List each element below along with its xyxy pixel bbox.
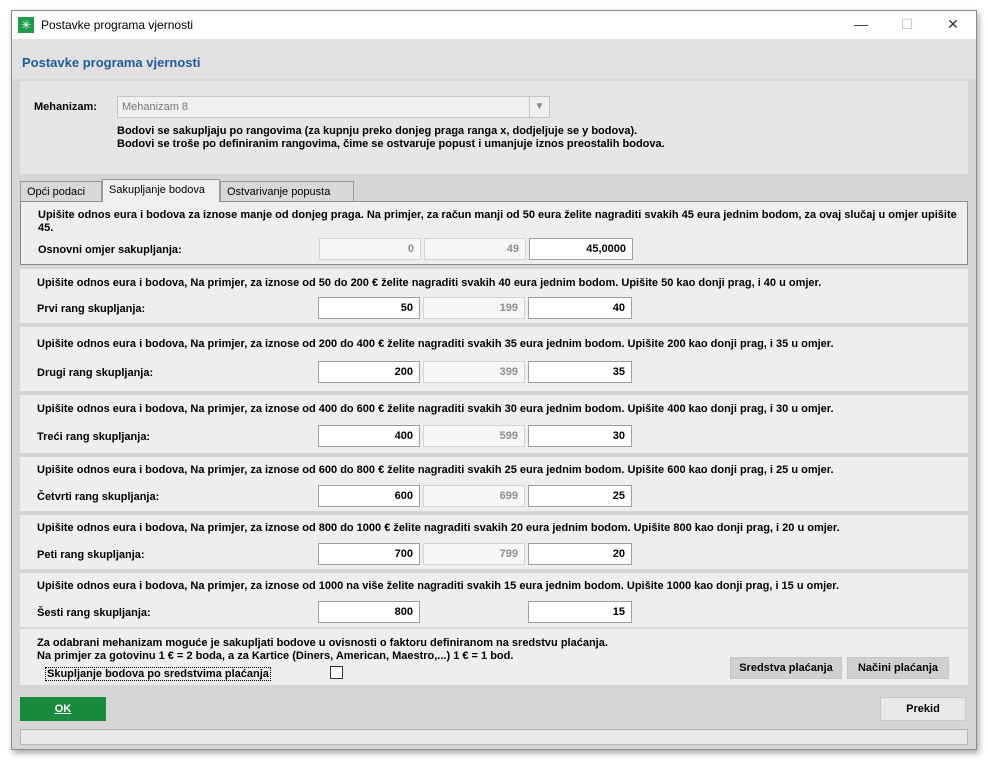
ok-button[interactable]: OK — [20, 697, 106, 721]
tab-content: Upišite odnos eura i bodova za iznose ma… — [20, 201, 968, 683]
range-desc: Upišite odnos eura i bodova, Na primjer,… — [37, 522, 840, 534]
range-label: Treći rang skupljanja: — [37, 431, 151, 443]
payment-desc-1: Za odabrani mehanizam moguće je sakuplja… — [37, 637, 608, 649]
app-icon: ✳ — [18, 17, 34, 33]
range-section-1: Upišite odnos eura i bodova, Na primjer,… — [20, 269, 968, 323]
range-desc: Upišite odnos eura i bodova, Na primjer,… — [37, 464, 834, 476]
range-from-field[interactable]: 800 — [318, 601, 420, 623]
minimize-icon[interactable]: — — [838, 11, 884, 39]
range-from-field[interactable]: 700 — [318, 543, 420, 565]
range-desc: Upišite odnos eura i bodova, Na primjer,… — [37, 580, 840, 592]
range-label: Drugi rang skupljanja: — [37, 367, 154, 379]
mechanism-desc-1: Bodovi se sakupljaju po rangovima (za ku… — [117, 125, 638, 137]
tab-collecting[interactable]: Sakupljanje bodova — [102, 179, 220, 202]
range-to-field: 199 — [423, 297, 525, 319]
window-title: Postavke programa vjernosti — [41, 18, 194, 32]
range-section-6: Upišite odnos eura i bodova, Na primjer,… — [20, 573, 968, 627]
close-icon[interactable]: ✕ — [930, 11, 976, 39]
range-ratio-field[interactable]: 20 — [528, 543, 632, 565]
range-desc: Upišite odnos eura i bodova za iznose ma… — [38, 209, 957, 234]
range-section-3: Upišite odnos eura i bodova, Na primjer,… — [20, 395, 968, 453]
range-from-field[interactable]: 600 — [318, 485, 420, 507]
heading-bar: Postavke programa vjernosti — [12, 39, 976, 79]
range-section-4: Upišite odnos eura i bodova, Na primjer,… — [20, 457, 968, 511]
range-ratio-field[interactable]: 30 — [528, 425, 632, 447]
tab-general[interactable]: Opći podaci — [20, 181, 102, 201]
range-ratio-field[interactable]: 45,0000 — [529, 238, 633, 260]
range-label: Peti rang skupljanja: — [37, 549, 145, 561]
chevron-down-icon[interactable]: ▼ — [529, 97, 549, 117]
range-section-base: Upišite odnos eura i bodova za iznose ma… — [20, 201, 968, 265]
range-ratio-field[interactable]: 15 — [528, 601, 632, 623]
range-ratio-field[interactable]: 40 — [528, 297, 632, 319]
range-to-field: 799 — [423, 543, 525, 565]
page-title: Postavke programa vjernosti — [22, 55, 201, 70]
status-bar — [20, 729, 968, 745]
range-from-field[interactable]: 200 — [318, 361, 420, 383]
range-ratio-field[interactable]: 35 — [528, 361, 632, 383]
dialog-window: ✳ Postavke programa vjernosti — ☐ ✕ Post… — [11, 10, 977, 750]
tab-discount[interactable]: Ostvarivanje popusta — [220, 181, 354, 201]
range-desc: Upišite odnos eura i bodova, Na primjer,… — [37, 338, 834, 350]
range-label: Šesti rang skupljanja: — [37, 607, 151, 619]
range-desc: Upišite odnos eura i bodova, Na primjer,… — [37, 403, 834, 415]
range-label: Četvrti rang skupljanja: — [37, 491, 160, 503]
range-section-2: Upišite odnos eura i bodova, Na primjer,… — [20, 327, 968, 391]
title-bar: ✳ Postavke programa vjernosti — ☐ ✕ — [12, 11, 976, 39]
mechanism-desc-2: Bodovi se troše po definiranim rangovima… — [117, 138, 665, 150]
range-to-field: 599 — [423, 425, 525, 447]
cancel-button[interactable]: Prekid — [880, 697, 966, 721]
mechanism-select[interactable]: Mehanizam 8 ▼ — [117, 96, 550, 118]
range-label: Osnovni omjer sakupljanja: — [38, 244, 182, 256]
mechanism-label: Mehanizam: — [34, 101, 97, 113]
payment-means-button[interactable]: Sredstva plaćanja — [730, 657, 842, 679]
range-ratio-field[interactable]: 25 — [528, 485, 632, 507]
mechanism-value: Mehanizam 8 — [122, 101, 189, 113]
payment-panel: Za odabrani mehanizam moguće je sakuplja… — [20, 629, 968, 685]
range-to-field: 49 — [424, 238, 526, 260]
range-to-field: 699 — [423, 485, 525, 507]
payment-checkbox-label[interactable]: Skupljanje bodova po sredstvima plaćanja — [45, 667, 271, 681]
range-from-field[interactable]: 400 — [318, 425, 420, 447]
payment-methods-button[interactable]: Načini plaćanja — [847, 657, 949, 679]
range-section-5: Upišite odnos eura i bodova, Na primjer,… — [20, 515, 968, 569]
payment-checkbox[interactable] — [330, 666, 343, 679]
range-desc: Upišite odnos eura i bodova, Na primjer,… — [37, 277, 822, 289]
range-label: Prvi rang skupljanja: — [37, 303, 146, 315]
range-from-field[interactable]: 50 — [318, 297, 420, 319]
maximize-icon: ☐ — [900, 16, 914, 32]
mechanism-panel: Mehanizam: Mehanizam 8 ▼ Bodovi se sakup… — [20, 81, 968, 174]
range-to-field: 399 — [423, 361, 525, 383]
range-from-field: 0 — [319, 238, 421, 260]
